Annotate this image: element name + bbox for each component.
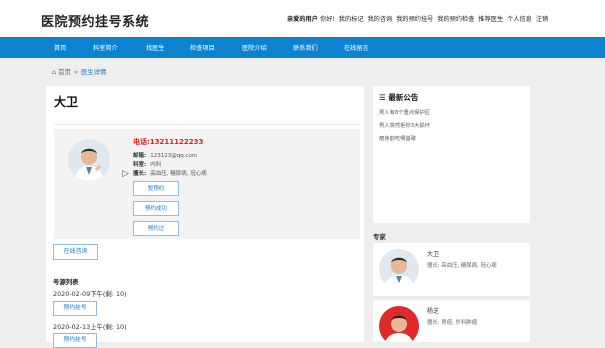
doctor-avatar [68, 139, 110, 181]
temp-book-button[interactable]: 暂预约 [133, 181, 179, 196]
expert-skill: 擅长: 胃癌, 外科肿瘤 [427, 320, 478, 326]
nav-message[interactable]: 在线留言 [344, 43, 369, 52]
breadcrumb: ⌂ 首页» 医生详情 [52, 67, 106, 76]
expert-card[interactable]: 大卫 擅长: 高血压, 糖尿病, 冠心病 [373, 243, 530, 296]
top-header: 医院预约挂号系统 亲爱的用户 你好! 我的标记 我的咨询 我的预约挂号 我的预约检… [0, 0, 605, 37]
user-greeting: 亲爱的用户 [287, 16, 318, 23]
mouse-cursor-icon: ▷ [122, 169, 129, 179]
doctor-email: 123123@qq.com [150, 153, 198, 159]
booked-button[interactable]: 预约过 [133, 221, 179, 236]
nav-exam-items[interactable]: 检查项目 [190, 43, 215, 52]
link-personal-info[interactable]: 个人信息 [507, 16, 532, 23]
link-my-registrations[interactable]: 我的预约挂号 [396, 16, 433, 23]
link-my-consult[interactable]: 我的咨询 [367, 16, 392, 23]
breadcrumb-home[interactable]: 首页 [58, 68, 71, 76]
doctor-name-heading: 大卫 [54, 95, 79, 109]
notice-header: ☰ 最新公告 [379, 92, 418, 103]
expert-avatar [379, 306, 419, 342]
breadcrumb-current: 医生详情 [80, 68, 107, 76]
schedule-slot-time: 2020-02-09下午(剩: 10) [53, 290, 127, 298]
site-title: 医院预约挂号系统 [41, 15, 150, 30]
list-icon: ☰ [379, 93, 389, 102]
doctor-skill: 高血压, 糖尿病, 冠心病 [150, 171, 207, 177]
notice-panel: ☰ 最新公告 男人有8个重点保护区 男人突然拒你3大损坏 瘦身前吃哪首歌 [373, 86, 530, 223]
user-links-bar: 亲爱的用户 你好! 我的标记 我的咨询 我的预约挂号 我的预约检查 推荐医生 个人… [287, 14, 550, 23]
nav-departments[interactable]: 科室简介 [93, 43, 118, 52]
doctor-dept: 内科 [150, 162, 162, 168]
expert-avatar [379, 249, 419, 289]
nav-find-doctor[interactable]: 找医生 [146, 43, 165, 52]
notice-item[interactable]: 男人突然拒你3大损坏 [379, 121, 430, 129]
doctor-email-row: 邮箱: 123123@qq.com [133, 151, 197, 159]
breadcrumb-separator: » [73, 68, 78, 76]
expert-card[interactable]: 杨芝 擅长: 胃癌, 外科肿瘤 [373, 300, 530, 342]
register-button[interactable]: 预约挂号 [53, 301, 97, 316]
notice-item[interactable]: 瘦身前吃哪首歌 [379, 134, 416, 142]
link-logout[interactable]: 注销 [536, 16, 548, 23]
notice-title: 最新公告 [388, 93, 419, 102]
skill-label: 擅长: [133, 171, 147, 177]
user-hello: 你好! [319, 16, 335, 23]
doctor-detail-panel: 大卫 ▷ 电话:13211122233 邮箱: 123123@qq.com 科室:… [46, 86, 364, 348]
doctor-card: ▷ 电话:13211122233 邮箱: 123123@qq.com 科室: 内科 … [54, 129, 360, 239]
register-button[interactable]: 预约挂号 [53, 333, 97, 348]
schedule-title: 号源列表 [53, 278, 79, 286]
nav-home[interactable]: 首页 [54, 43, 66, 52]
schedule-slot-time: 2020-02-13上午(剩: 10) [53, 323, 127, 331]
expert-skill: 擅长: 高血压, 糖尿病, 冠心病 [427, 263, 497, 269]
doctor-phone: 电话:13211122233 [133, 138, 204, 146]
online-consult-button[interactable]: 在线咨询 [53, 244, 98, 260]
link-recommend-doctor[interactable]: 推荐医生 [478, 16, 503, 23]
doctor-skill-row: 擅长: 高血压, 糖尿病, 冠心病 [133, 169, 207, 177]
link-my-exams[interactable]: 我的预约检查 [437, 16, 474, 23]
expert-name[interactable]: 杨芝 [427, 306, 439, 315]
divider [54, 124, 360, 125]
experts-label: 专家 [373, 233, 386, 241]
notice-item[interactable]: 男人有8个重点保护区 [379, 108, 430, 116]
book-success-button[interactable]: 预约成功 [133, 201, 179, 216]
dept-label: 科室: [133, 162, 147, 168]
doctor-dept-row: 科室: 内科 [133, 160, 161, 168]
email-label: 邮箱: [133, 153, 147, 159]
nav-hospital-intro[interactable]: 医院介绍 [242, 43, 267, 52]
expert-name[interactable]: 大卫 [427, 249, 439, 258]
main-nav: 首页 科室简介 找医生 检查项目 医院介绍 联系我们 在线留言 [0, 37, 605, 58]
nav-contact[interactable]: 联系我们 [293, 43, 318, 52]
home-icon: ⌂ [52, 68, 57, 76]
link-my-marks[interactable]: 我的标记 [339, 16, 364, 23]
